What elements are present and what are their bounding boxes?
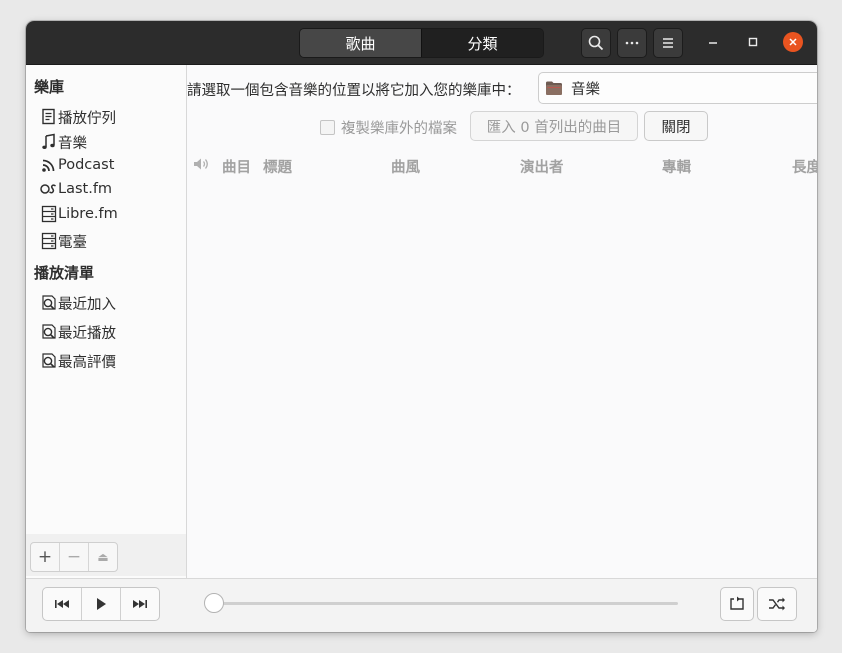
repeat-icon [730, 596, 744, 610]
column-duration[interactable]: 長度 [792, 156, 817, 177]
sidebar-item-label: Libre.fm [58, 206, 118, 222]
sidebar-item-label: 音樂 [58, 135, 87, 152]
more-button[interactable] [617, 28, 647, 58]
copy-files-option[interactable]: 複製樂庫外的檔案 [320, 117, 457, 138]
import-tracks-button[interactable]: 匯入 0 首列出的曲目 [470, 111, 638, 141]
sidebar-item-recently-added[interactable]: 最近加入 [40, 292, 116, 314]
lastfm-icon [40, 180, 58, 198]
sidebar-item-label: 最近播放 [58, 325, 116, 342]
sidebar-item-label: Last.fm [58, 181, 113, 197]
minimize-icon [709, 42, 717, 44]
sidebar: 樂庫 播放佇列 音樂 Podcast Last.fm Libre.fm 電臺 播… [26, 65, 187, 578]
seek-bar[interactable] [206, 602, 678, 605]
menu-icon [663, 38, 673, 48]
sidebar-item-lastfm[interactable]: Last.fm [40, 178, 112, 200]
playlists-heading: 播放清單 [34, 264, 95, 282]
library-heading: 樂庫 [34, 78, 65, 96]
repeat-toggle[interactable] [720, 587, 754, 621]
more-icon [625, 41, 639, 45]
player-bar [26, 578, 817, 632]
sidebar-item-label: Podcast [58, 157, 115, 173]
sidebar-toolbar: + − ⏏ [26, 534, 187, 576]
previous-icon [55, 600, 69, 608]
sidebar-item-label: 最近加入 [58, 296, 116, 313]
copy-files-label: 複製樂庫外的檔案 [341, 121, 457, 137]
radio-icon [40, 232, 58, 250]
column-album[interactable]: 專輯 [662, 156, 691, 177]
view-switcher: 歌曲 分類 [299, 28, 544, 58]
header-bar: 歌曲 分類 [26, 21, 817, 65]
maximize-icon [748, 37, 758, 47]
sidebar-item-top-rated[interactable]: 最高評價 [40, 350, 116, 372]
minimize-button[interactable] [703, 32, 723, 52]
folder-chooser-label: 音樂 [571, 81, 600, 98]
remove-playlist-button[interactable]: − [59, 543, 88, 571]
sidebar-item-label: 最高評價 [58, 354, 116, 371]
eject-button[interactable]: ⏏ [88, 543, 117, 571]
search-icon [588, 35, 604, 51]
sidebar-item-radio[interactable]: 電臺 [40, 230, 87, 252]
folder-icon [546, 81, 562, 95]
playlist-actions: + − ⏏ [30, 542, 118, 572]
podcast-icon [40, 156, 58, 174]
sidebar-item-recently-played[interactable]: 最近播放 [40, 321, 116, 343]
sidebar-item-label: 播放佇列 [58, 110, 116, 127]
copy-files-checkbox[interactable] [320, 120, 335, 135]
smart-playlist-icon [40, 294, 58, 312]
add-playlist-button[interactable]: + [31, 543, 59, 571]
maximize-button[interactable] [743, 32, 763, 52]
folder-chooser[interactable]: 音樂 [538, 72, 817, 104]
smart-playlist-icon [40, 352, 58, 370]
search-button[interactable] [581, 28, 611, 58]
sidebar-item-label: 電臺 [58, 234, 87, 251]
sidebar-item-play-queue[interactable]: 播放佇列 [40, 106, 116, 128]
volume-icon [193, 157, 209, 175]
shuffle-toggle[interactable] [757, 587, 797, 621]
shuffle-icon [769, 597, 785, 611]
close-window-button[interactable] [783, 32, 803, 52]
next-button[interactable] [120, 588, 159, 620]
librefm-icon [40, 205, 58, 223]
transport-controls [42, 587, 160, 621]
music-note-icon [40, 133, 58, 151]
column-title[interactable]: 標題 [263, 156, 292, 177]
close-icon [789, 38, 797, 46]
seek-handle[interactable] [204, 593, 224, 613]
sidebar-item-music[interactable]: 音樂 [40, 131, 87, 153]
next-icon [133, 600, 147, 608]
tab-songs[interactable]: 歌曲 [300, 29, 421, 57]
tab-categories[interactable]: 分類 [421, 29, 543, 57]
column-artist[interactable]: 演出者 [520, 156, 564, 177]
smart-playlist-icon [40, 323, 58, 341]
sidebar-item-librefm[interactable]: Libre.fm [40, 203, 118, 225]
close-import-button[interactable]: 關閉 [644, 111, 708, 141]
previous-button[interactable] [43, 588, 81, 620]
import-prompt: 請選取一個包含音樂的位置以將它加入您的樂庫中： [187, 83, 521, 99]
sidebar-item-podcast[interactable]: Podcast [40, 154, 114, 176]
menu-button[interactable] [653, 28, 683, 58]
play-icon [97, 598, 106, 610]
column-genre[interactable]: 曲風 [391, 156, 420, 177]
queue-icon [40, 108, 58, 126]
rhythmbox-window: 歌曲 分類 樂庫 播放佇列 音樂 Podcast Last.fm Libre.f… [26, 21, 817, 632]
column-track[interactable]: 曲目 [222, 156, 251, 177]
import-panel: 請選取一個包含音樂的位置以將它加入您的樂庫中： 音樂 複製樂庫外的檔案 匯入 0… [187, 65, 817, 578]
play-button[interactable] [81, 588, 120, 620]
